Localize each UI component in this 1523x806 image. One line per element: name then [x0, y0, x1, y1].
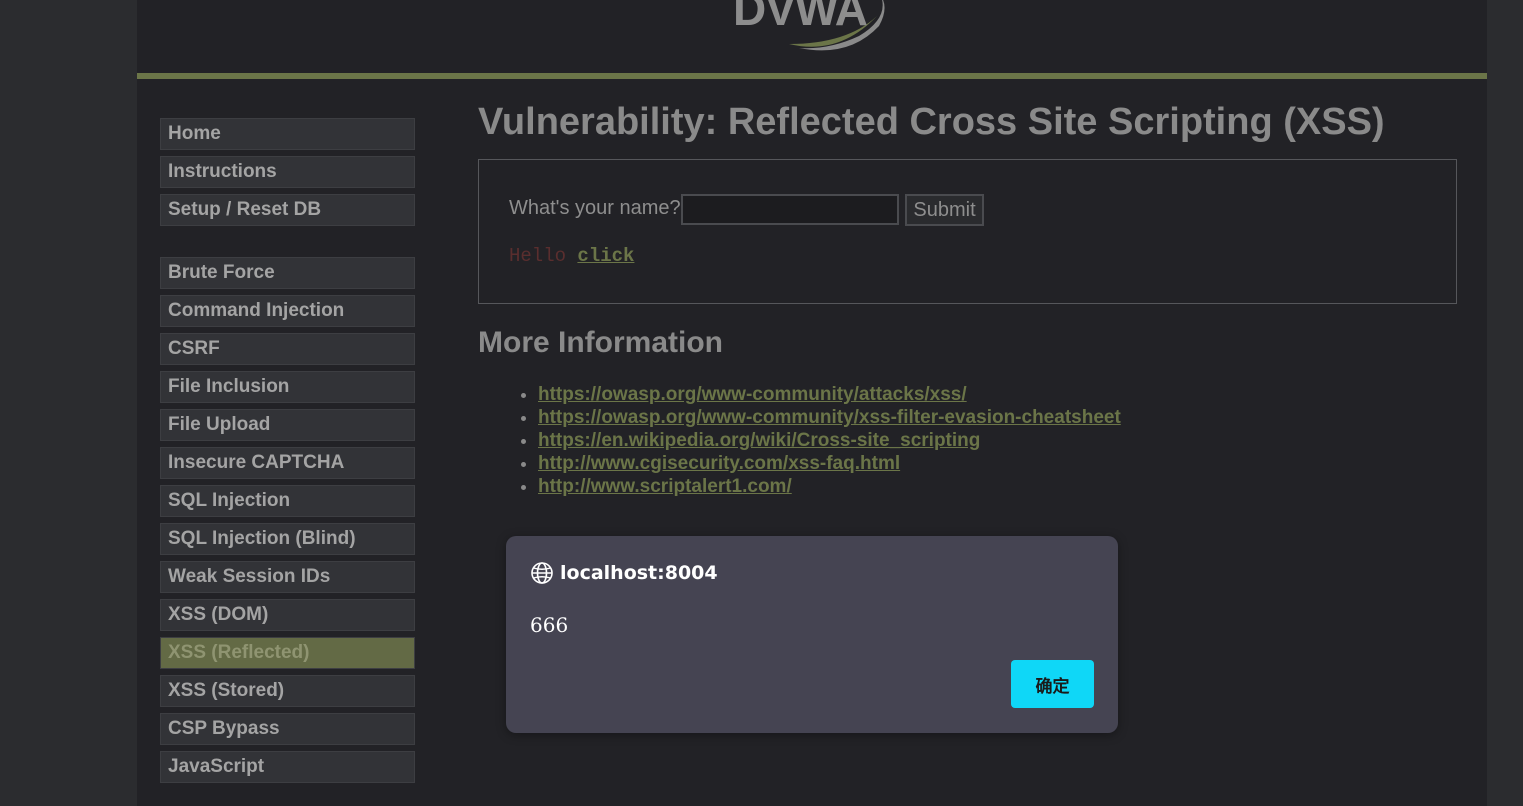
menu-item-xss-dom[interactable]: XSS (DOM): [160, 599, 415, 631]
list-item: http://www.cgisecurity.com/xss-faq.html: [538, 452, 1121, 475]
menu-group-main: Home Instructions Setup / Reset DB: [160, 118, 415, 232]
main-body: Vulnerability: Reflected Cross Site Scri…: [478, 96, 1458, 497]
link-scriptalert1[interactable]: http://www.scriptalert1.com/: [538, 476, 792, 497]
list-item: https://owasp.org/www-community/xss-filt…: [538, 406, 1121, 429]
result-output: Hello click: [509, 245, 634, 267]
logo-text: DVWA: [733, 0, 868, 35]
alert-origin: localhost:8004: [530, 560, 718, 586]
menu-item-sql-injection[interactable]: SQL Injection: [160, 485, 415, 517]
menu-item-weak-session-ids[interactable]: Weak Session IDs: [160, 561, 415, 593]
header-divider: [137, 73, 1487, 79]
menu-item-insecure-captcha[interactable]: Insecure CAPTCHA: [160, 447, 415, 479]
menu-item-setup-reset-db[interactable]: Setup / Reset DB: [160, 194, 415, 226]
list-item: http://www.scriptalert1.com/: [538, 475, 1121, 498]
menu-item-csrf[interactable]: CSRF: [160, 333, 415, 365]
page-title: Vulnerability: Reflected Cross Site Scri…: [478, 101, 1385, 143]
menu-item-csp-bypass[interactable]: CSP Bypass: [160, 713, 415, 745]
menu-item-sql-injection-blind[interactable]: SQL Injection (Blind): [160, 523, 415, 555]
menu-item-javascript[interactable]: JavaScript: [160, 751, 415, 783]
alert-message: 666: [530, 613, 569, 637]
list-item: https://owasp.org/www-community/attacks/…: [538, 383, 1121, 406]
alert-dialog: localhost:8004 666 确定: [506, 536, 1118, 733]
menu-item-file-upload[interactable]: File Upload: [160, 409, 415, 441]
link-owasp-xss[interactable]: https://owasp.org/www-community/attacks/…: [538, 384, 967, 405]
more-information-heading: More Information: [478, 326, 723, 359]
link-cgisecurity-faq[interactable]: http://www.cgisecurity.com/xss-faq.html: [538, 453, 900, 474]
globe-icon: [531, 562, 553, 584]
link-wikipedia-xss[interactable]: https://en.wikipedia.org/wiki/Cross-site…: [538, 430, 980, 451]
injected-click-link[interactable]: click: [577, 245, 634, 267]
menu-group-vulnerabilities: Brute Force Command Injection CSRF File …: [160, 257, 415, 789]
header: DVWA: [137, 0, 1487, 73]
alert-origin-text: localhost:8004: [560, 562, 718, 584]
hello-text: Hello: [509, 245, 578, 267]
menu-item-home[interactable]: Home: [160, 118, 415, 150]
more-information-list: https://owasp.org/www-community/attacks/…: [478, 383, 1121, 498]
name-label: What's your name?: [509, 197, 681, 219]
menu-item-xss-reflected[interactable]: XSS (Reflected): [160, 637, 415, 669]
vulnerable-code-area: What's your name? Submit Hello click: [478, 159, 1457, 304]
menu-item-instructions[interactable]: Instructions: [160, 156, 415, 188]
submit-button[interactable]: Submit: [905, 194, 984, 226]
dvwa-logo: DVWA: [729, 0, 895, 56]
menu-item-file-inclusion[interactable]: File Inclusion: [160, 371, 415, 403]
alert-ok-button[interactable]: 确定: [1011, 660, 1094, 708]
link-owasp-filter-evasion[interactable]: https://owasp.org/www-community/xss-filt…: [538, 407, 1121, 428]
menu-item-xss-stored[interactable]: XSS (Stored): [160, 675, 415, 707]
menu-item-command-injection[interactable]: Command Injection: [160, 295, 415, 327]
name-input[interactable]: [681, 194, 899, 225]
list-item: https://en.wikipedia.org/wiki/Cross-site…: [538, 429, 1121, 452]
menu-item-brute-force[interactable]: Brute Force: [160, 257, 415, 289]
